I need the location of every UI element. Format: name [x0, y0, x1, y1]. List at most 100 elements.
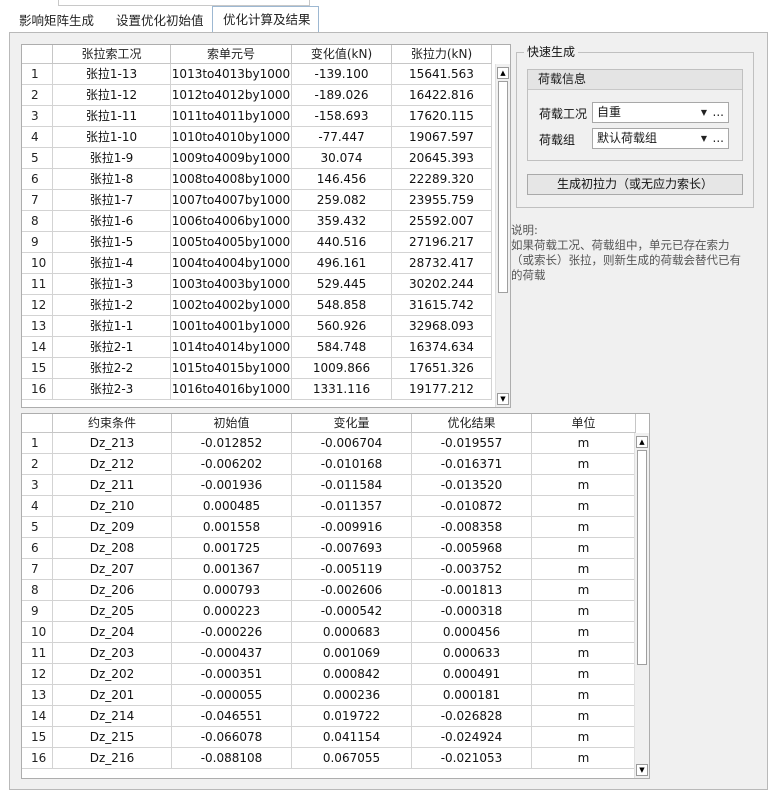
table-row[interactable]: 14 张拉2-1 1014to4014by1000 584.748 16374.634	[22, 337, 492, 358]
cell-element[interactable]: 1010to4010by1000	[171, 127, 292, 148]
cell-result[interactable]: -0.026828	[412, 706, 532, 727]
column-header-unit[interactable]: 单位	[532, 414, 636, 433]
cell-tension[interactable]: 19177.212	[392, 379, 492, 400]
cell-delta[interactable]: 0.000683	[292, 622, 412, 643]
cell-element[interactable]: 1011to4011by1000	[171, 106, 292, 127]
cell-delta[interactable]: 0.041154	[292, 727, 412, 748]
cell-tension[interactable]: 23955.759	[392, 190, 492, 211]
cell-unit[interactable]: m	[532, 475, 636, 496]
cell-constraint[interactable]: Dz_202	[53, 664, 172, 685]
vertical-scrollbar[interactable]: ▲ ▼	[634, 433, 649, 778]
cell-case[interactable]: 张拉1-1	[53, 316, 171, 337]
column-header-change[interactable]: 变化值(kN)	[292, 45, 392, 64]
table-row[interactable]: 1 Dz_213 -0.012852 -0.006704 -0.019557 m	[22, 433, 636, 454]
cell-case[interactable]: 张拉1-8	[53, 169, 171, 190]
cell-unit[interactable]: m	[532, 538, 636, 559]
cell-change[interactable]: 548.858	[292, 295, 392, 316]
cell-initial[interactable]: 0.001367	[172, 559, 292, 580]
table-row[interactable]: 13 Dz_201 -0.000055 0.000236 0.000181 m	[22, 685, 636, 706]
column-header-case[interactable]: 张拉索工况	[53, 45, 171, 64]
cell-unit[interactable]: m	[532, 664, 636, 685]
column-header-element[interactable]: 索单元号	[171, 45, 292, 64]
table-row[interactable]: 12 张拉1-2 1002to4002by1000 548.858 31615.742	[22, 295, 492, 316]
table-row[interactable]: 3 张拉1-11 1011to4011by1000 -158.693 17620.115	[22, 106, 492, 127]
cell-initial[interactable]: -0.001936	[172, 475, 292, 496]
cell-element[interactable]: 1007to4007by1000	[171, 190, 292, 211]
cell-case[interactable]: 张拉1-6	[53, 211, 171, 232]
cell-change[interactable]: 440.516	[292, 232, 392, 253]
cell-delta[interactable]: -0.007693	[292, 538, 412, 559]
cell-delta[interactable]: -0.005119	[292, 559, 412, 580]
cell-delta[interactable]: -0.002606	[292, 580, 412, 601]
cell-element[interactable]: 1009to4009by1000	[171, 148, 292, 169]
cell-unit[interactable]: m	[532, 517, 636, 538]
cell-initial[interactable]: -0.000226	[172, 622, 292, 643]
cell-element[interactable]: 1005to4005by1000	[171, 232, 292, 253]
cell-element[interactable]: 1016to4016by1000	[171, 379, 292, 400]
table-row[interactable]: 11 Dz_203 -0.000437 0.001069 0.000633 m	[22, 643, 636, 664]
cell-element[interactable]: 1002to4002by1000	[171, 295, 292, 316]
column-header-initial[interactable]: 初始值	[172, 414, 292, 433]
table-row[interactable]: 6 Dz_208 0.001725 -0.007693 -0.005968 m	[22, 538, 636, 559]
more-icon[interactable]: ...	[713, 103, 724, 121]
cell-element[interactable]: 1001to4001by1000	[171, 316, 292, 337]
cell-change[interactable]: 146.456	[292, 169, 392, 190]
table-row[interactable]: 10 Dz_204 -0.000226 0.000683 0.000456 m	[22, 622, 636, 643]
cell-constraint[interactable]: Dz_213	[53, 433, 172, 454]
table-row[interactable]: 4 张拉1-10 1010to4010by1000 -77.447 19067.597	[22, 127, 492, 148]
cell-tension[interactable]: 19067.597	[392, 127, 492, 148]
cell-unit[interactable]: m	[532, 559, 636, 580]
table-row[interactable]: 12 Dz_202 -0.000351 0.000842 0.000491 m	[22, 664, 636, 685]
cell-initial[interactable]: -0.088108	[172, 748, 292, 769]
cell-change[interactable]: -158.693	[292, 106, 392, 127]
cell-result[interactable]: -0.021053	[412, 748, 532, 769]
column-header-constraint[interactable]: 约束条件	[53, 414, 172, 433]
cell-unit[interactable]: m	[532, 622, 636, 643]
cell-case[interactable]: 张拉1-9	[53, 148, 171, 169]
cell-result[interactable]: -0.008358	[412, 517, 532, 538]
cell-case[interactable]: 张拉2-2	[53, 358, 171, 379]
table-row[interactable]: 4 Dz_210 0.000485 -0.011357 -0.010872 m	[22, 496, 636, 517]
cell-constraint[interactable]: Dz_209	[53, 517, 172, 538]
cell-case[interactable]: 张拉1-3	[53, 274, 171, 295]
table-row[interactable]: 6 张拉1-8 1008to4008by1000 146.456 22289.320	[22, 169, 492, 190]
table-row[interactable]: 8 Dz_206 0.000793 -0.002606 -0.001813 m	[22, 580, 636, 601]
cell-case[interactable]: 张拉1-13	[53, 64, 171, 85]
cell-initial[interactable]: 0.000223	[172, 601, 292, 622]
cell-element[interactable]: 1015to4015by1000	[171, 358, 292, 379]
cell-result[interactable]: -0.003752	[412, 559, 532, 580]
cell-change[interactable]: -139.100	[292, 64, 392, 85]
table-row[interactable]: 13 张拉1-1 1001to4001by1000 560.926 32968.093	[22, 316, 492, 337]
vertical-scrollbar[interactable]: ▲ ▼	[495, 64, 510, 407]
table-row[interactable]: 11 张拉1-3 1003to4003by1000 529.445 30202.244	[22, 274, 492, 295]
cell-tension[interactable]: 15641.563	[392, 64, 492, 85]
cell-tension[interactable]: 31615.742	[392, 295, 492, 316]
generate-initial-tension-button[interactable]: 生成初拉力（或无应力索长）	[527, 174, 743, 195]
cell-delta[interactable]: -0.011357	[292, 496, 412, 517]
cell-change[interactable]: -77.447	[292, 127, 392, 148]
cell-constraint[interactable]: Dz_210	[53, 496, 172, 517]
load-case-select[interactable]: 自重 ▼ ...	[592, 102, 729, 123]
cell-delta[interactable]: -0.006704	[292, 433, 412, 454]
scroll-down-icon[interactable]: ▼	[636, 764, 648, 776]
cell-change[interactable]: 496.161	[292, 253, 392, 274]
cell-initial[interactable]: -0.006202	[172, 454, 292, 475]
cell-unit[interactable]: m	[532, 748, 636, 769]
column-header-delta[interactable]: 变化量	[292, 414, 412, 433]
cell-initial[interactable]: -0.000437	[172, 643, 292, 664]
cell-unit[interactable]: m	[532, 433, 636, 454]
cell-unit[interactable]: m	[532, 496, 636, 517]
cell-element[interactable]: 1014to4014by1000	[171, 337, 292, 358]
cell-initial[interactable]: 0.001725	[172, 538, 292, 559]
cell-constraint[interactable]: Dz_201	[53, 685, 172, 706]
table-row[interactable]: 10 张拉1-4 1004to4004by1000 496.161 28732.417	[22, 253, 492, 274]
cell-initial[interactable]: 0.000793	[172, 580, 292, 601]
cell-change[interactable]: -189.026	[292, 85, 392, 106]
tab-optimization-results[interactable]: 优化计算及结果	[212, 6, 319, 33]
cell-initial[interactable]: -0.000351	[172, 664, 292, 685]
cell-constraint[interactable]: Dz_203	[53, 643, 172, 664]
cell-element[interactable]: 1012to4012by1000	[171, 85, 292, 106]
cell-result[interactable]: 0.000456	[412, 622, 532, 643]
cell-case[interactable]: 张拉1-7	[53, 190, 171, 211]
cell-result[interactable]: 0.000491	[412, 664, 532, 685]
